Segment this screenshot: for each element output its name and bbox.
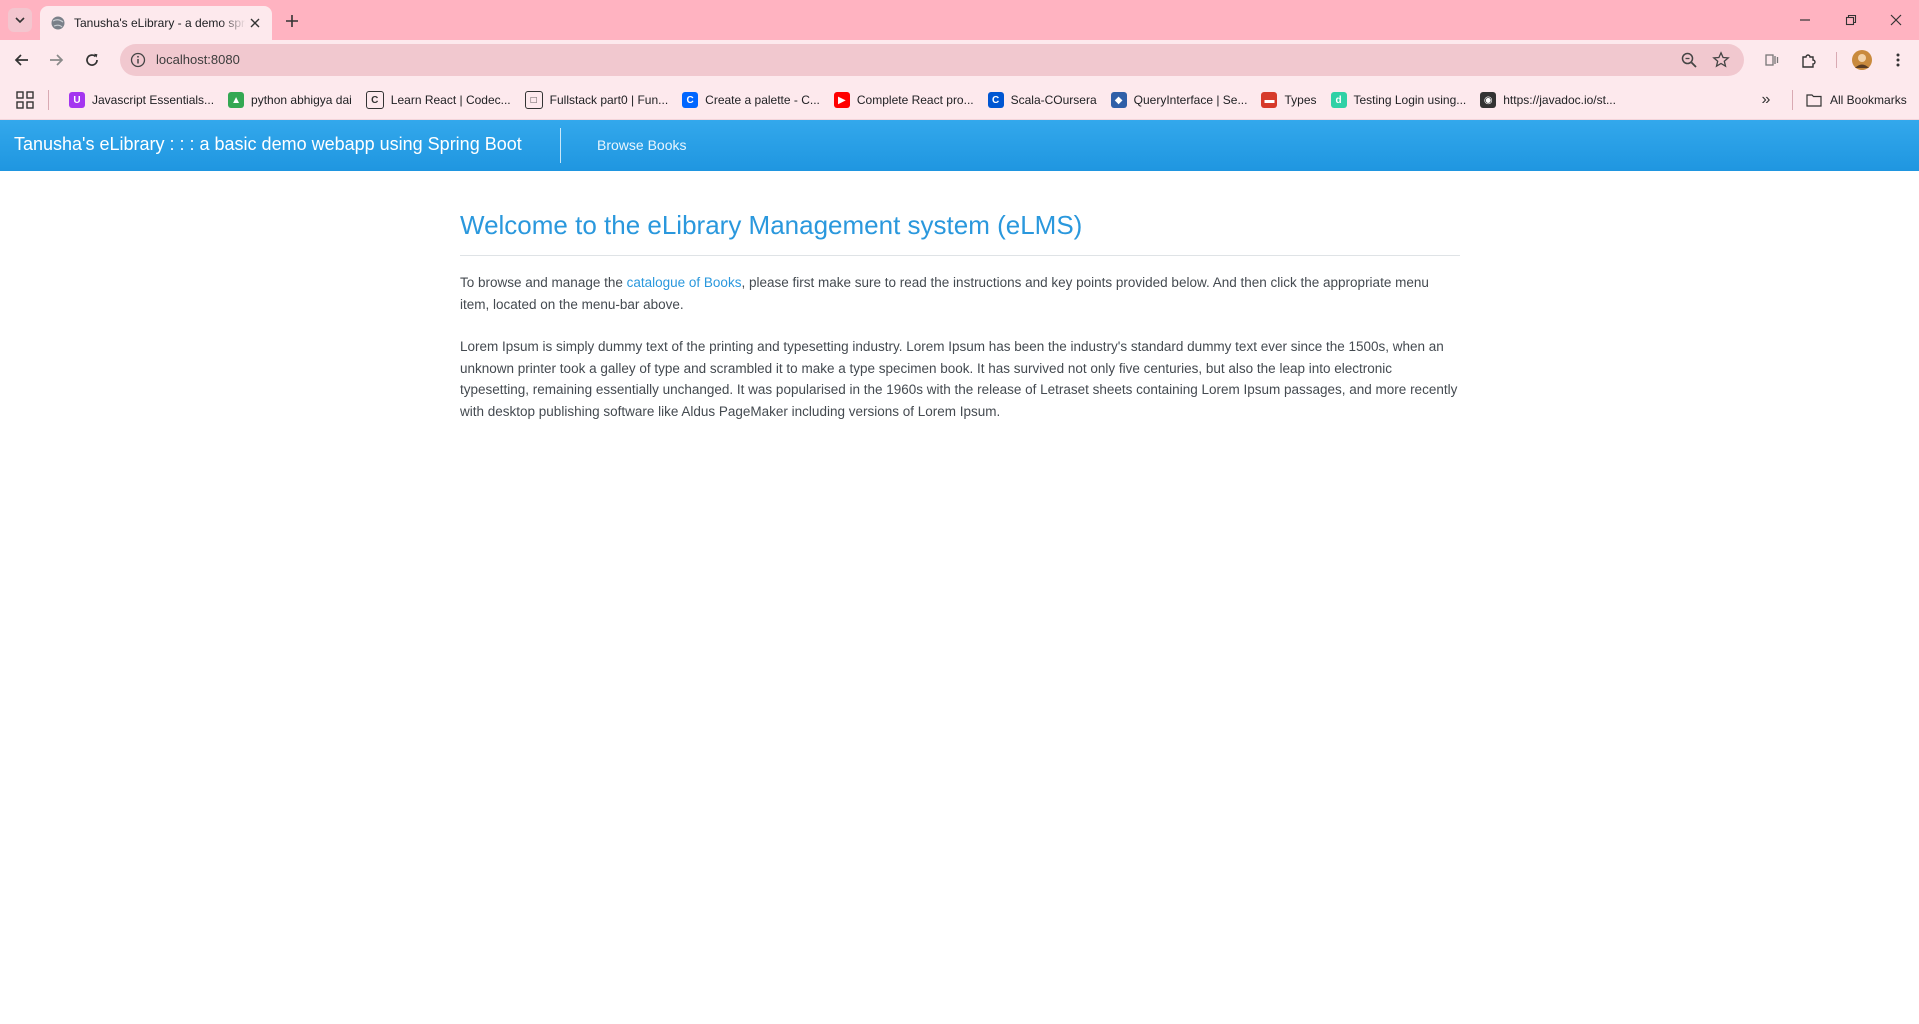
app-navbar: Tanusha's eLibrary : : : a basic demo we… bbox=[0, 120, 1919, 171]
intro-text-before: To browse and manage the bbox=[460, 275, 627, 290]
bookmark-item[interactable]: ▶ Complete React pro... bbox=[827, 86, 981, 114]
bookmark-item[interactable]: ◆ QueryInterface | Se... bbox=[1104, 86, 1255, 114]
catalogue-link[interactable]: catalogue of Books bbox=[627, 275, 742, 290]
close-window-button[interactable] bbox=[1873, 0, 1919, 40]
bookmark-label: Scala-COursera bbox=[1010, 93, 1097, 107]
restore-icon bbox=[1845, 14, 1857, 26]
types-icon: ▬ bbox=[1261, 92, 1278, 108]
reading-mode-button[interactable] bbox=[1760, 48, 1784, 72]
bookmark-item[interactable]: ▬ Types bbox=[1254, 86, 1323, 114]
address-url: localhost:8080 bbox=[156, 52, 240, 67]
close-icon bbox=[250, 18, 260, 28]
globe-icon bbox=[51, 16, 65, 30]
reload-button[interactable] bbox=[80, 48, 104, 72]
codecademy-icon: C bbox=[365, 91, 384, 109]
apps-grid-icon[interactable] bbox=[16, 91, 34, 109]
bookmark-item[interactable]: U Javascript Essentials... bbox=[62, 86, 221, 114]
tab-search-button[interactable] bbox=[8, 8, 32, 32]
sequelize-icon: ◆ bbox=[1110, 92, 1127, 108]
browser-toolbar: localhost:8080 bbox=[0, 40, 1919, 80]
bookmark-label: Testing Login using... bbox=[1353, 93, 1467, 107]
bookmark-item[interactable]: d Testing Login using... bbox=[1324, 86, 1474, 114]
tab-title: Tanusha's eLibrary - a demo spring bbox=[74, 16, 246, 30]
bookmarks-divider bbox=[48, 90, 49, 110]
bookmark-item[interactable]: C Scala-COursera bbox=[981, 86, 1104, 114]
navbar-divider bbox=[560, 128, 561, 163]
bookmark-item[interactable]: □ Fullstack part0 | Fun... bbox=[518, 86, 676, 114]
back-button[interactable] bbox=[10, 48, 34, 72]
browser-chrome: Tanusha's eLibrary - a demo spring local… bbox=[0, 0, 1919, 120]
bookmark-label: python abhigya dai bbox=[251, 93, 352, 107]
coursera-icon: C bbox=[987, 92, 1004, 108]
avatar bbox=[1852, 50, 1872, 70]
youtube-icon: ▶ bbox=[833, 92, 850, 108]
lorem-paragraph: Lorem Ipsum is simply dummy text of the … bbox=[460, 339, 1458, 419]
more-vertical-icon bbox=[1896, 53, 1900, 67]
address-bar[interactable]: localhost:8080 bbox=[120, 44, 1744, 76]
arrow-left-icon bbox=[14, 54, 28, 66]
intro-paragraph: To browse and manage the catalogue of Bo… bbox=[460, 272, 1460, 315]
bookmark-item[interactable]: ▲ python abhigya dai bbox=[221, 86, 359, 114]
toolbar-divider bbox=[1836, 52, 1837, 68]
minimize-button[interactable] bbox=[1782, 0, 1828, 40]
dev-icon: d bbox=[1330, 92, 1347, 108]
udemy-icon: U bbox=[69, 92, 85, 108]
fullstack-icon: □ bbox=[524, 91, 543, 109]
puzzle-icon bbox=[1802, 54, 1816, 68]
bookmark-label: Fullstack part0 | Fun... bbox=[549, 93, 669, 107]
all-bookmarks-button[interactable]: All Bookmarks bbox=[1806, 80, 1907, 120]
bookmark-list: U Javascript Essentials... ▲ python abhigya… bbox=[62, 80, 1623, 120]
bookmark-star-icon[interactable] bbox=[1712, 51, 1730, 69]
reading-mode-icon bbox=[1765, 54, 1779, 66]
restore-button[interactable] bbox=[1828, 0, 1874, 40]
minimize-icon bbox=[1800, 19, 1810, 21]
title-divider bbox=[460, 255, 1460, 256]
bookmarks-divider bbox=[1792, 90, 1793, 110]
plus-icon bbox=[286, 15, 298, 27]
bookmark-item[interactable]: C Learn React | Codec... bbox=[359, 86, 518, 114]
folder-icon bbox=[1806, 94, 1822, 107]
page-title: Welcome to the eLibrary Management syste… bbox=[460, 210, 1083, 240]
bookmark-item[interactable]: ◉ https://javadoc.io/st... bbox=[1473, 86, 1623, 114]
more-bookmarks-chevron-icon[interactable]: » bbox=[1756, 90, 1776, 110]
globe-icon: ◉ bbox=[1480, 92, 1497, 108]
chevron-down-icon bbox=[15, 17, 25, 24]
arrow-right-icon bbox=[50, 54, 64, 66]
bookmarks-bar: U Javascript Essentials... ▲ python abhigya… bbox=[0, 80, 1919, 120]
bookmark-label: Types bbox=[1284, 93, 1317, 107]
bookmark-label: Javascript Essentials... bbox=[92, 93, 215, 107]
tab-close-button[interactable] bbox=[246, 14, 264, 32]
bookmark-label: https://javadoc.io/st... bbox=[1503, 93, 1616, 107]
reload-icon bbox=[86, 53, 98, 66]
close-icon bbox=[1890, 14, 1902, 26]
profile-avatar-button[interactable] bbox=[1850, 48, 1874, 72]
zoom-icon[interactable] bbox=[1680, 51, 1698, 69]
tab-strip: Tanusha's eLibrary - a demo spring bbox=[0, 0, 1919, 40]
new-tab-button[interactable] bbox=[280, 9, 304, 33]
site-info-icon[interactable] bbox=[130, 52, 146, 68]
all-bookmarks-label: All Bookmarks bbox=[1830, 93, 1907, 107]
main-content: Welcome to the eLibrary Management syste… bbox=[460, 171, 1460, 422]
app-brand[interactable]: Tanusha's eLibrary : : : a basic demo we… bbox=[14, 134, 522, 155]
extensions-button[interactable] bbox=[1797, 48, 1821, 72]
menu-item-browse-books[interactable]: Browse Books bbox=[597, 137, 686, 153]
google-drive-icon: ▲ bbox=[228, 92, 245, 108]
forward-button[interactable] bbox=[44, 48, 68, 72]
browser-tab-active[interactable]: Tanusha's eLibrary - a demo spring bbox=[40, 6, 272, 40]
bookmark-label: Create a palette - C... bbox=[705, 93, 820, 107]
bookmark-item[interactable]: C Create a palette - C... bbox=[675, 86, 827, 114]
bookmark-label: QueryInterface | Se... bbox=[1133, 93, 1248, 107]
coolors-icon: C bbox=[682, 92, 699, 108]
bookmark-label: Learn React | Codec... bbox=[390, 93, 511, 107]
chrome-menu-button[interactable] bbox=[1886, 48, 1910, 72]
bookmark-label: Complete React pro... bbox=[856, 93, 974, 107]
